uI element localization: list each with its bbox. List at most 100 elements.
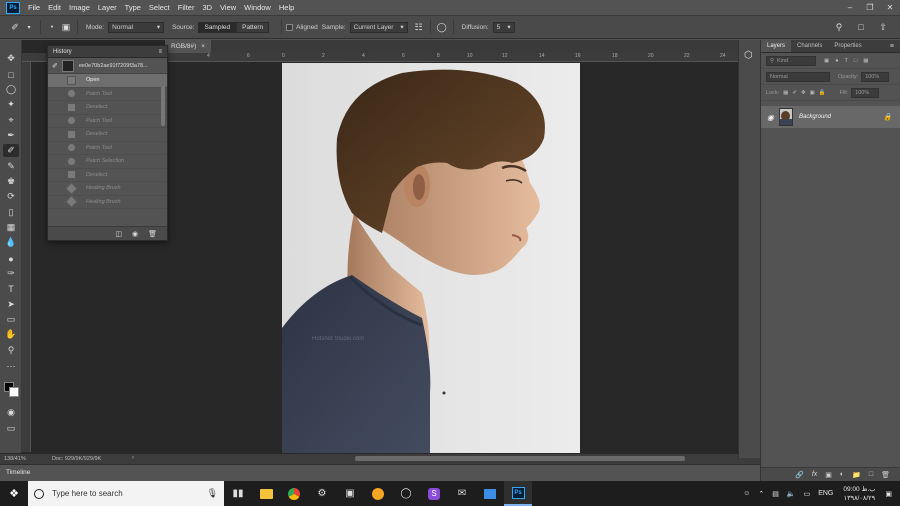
history-brush-source-icon[interactable]	[53, 171, 61, 179]
camera-snapshot-icon[interactable]: ◉	[132, 230, 138, 238]
notifications-icon[interactable]: ▣	[885, 490, 892, 498]
people-icon[interactable]: ☺	[743, 490, 750, 497]
mode-select[interactable]: Normal ▾	[108, 21, 165, 33]
menu-file[interactable]: File	[28, 3, 40, 12]
history-brush-source-icon[interactable]	[53, 130, 61, 138]
photoshop-taskbar-icon[interactable]: Ps	[504, 481, 532, 506]
clone-stamp-tool-icon[interactable]: ♚	[3, 175, 19, 188]
layer-kind-filter[interactable]: ⚲ Kind	[766, 55, 816, 66]
store-icon[interactable]	[476, 481, 504, 506]
pressure-size-icon[interactable]: ◯	[435, 20, 449, 34]
share-icon[interactable]: ⇧	[876, 20, 890, 34]
layer-style-icon[interactable]: fx	[812, 471, 817, 478]
add-mask-icon[interactable]: ▣	[825, 471, 832, 479]
aligned-checkbox[interactable]	[286, 23, 294, 31]
canvas-image[interactable]: Hotshot Studio.com	[282, 63, 580, 453]
ruler-left[interactable]	[22, 62, 31, 452]
history-item[interactable]: Patch Tool	[48, 88, 167, 101]
tab-properties[interactable]: Properties	[828, 40, 867, 52]
volume-icon[interactable]: 🔈	[787, 490, 796, 498]
quick-mask-icon[interactable]: ◉	[3, 406, 19, 419]
gradient-tool-icon[interactable]: ▦	[3, 221, 19, 234]
brush-settings-icon[interactable]: ▣	[59, 20, 73, 34]
source-pattern-button[interactable]: Pattern	[236, 21, 270, 33]
lock-options-icons[interactable]: ▦✐✥▣🔒	[783, 90, 829, 96]
lock-icon[interactable]: 🔒	[883, 113, 892, 121]
tab-layers[interactable]: Layers	[761, 40, 792, 52]
document-tab[interactable]: RGB/8#) ×	[165, 40, 212, 53]
history-brush-source-icon[interactable]	[53, 157, 61, 165]
menu-type[interactable]: Type	[125, 3, 141, 12]
brush-size-icon[interactable]: •	[45, 20, 59, 34]
lasso-tool-icon[interactable]: ◯	[3, 83, 19, 96]
history-panel-header[interactable]: History ≡	[48, 46, 167, 58]
restore-icon[interactable]: ❐	[860, 0, 880, 15]
new-layer-icon[interactable]: □	[869, 471, 873, 478]
diffusion-select[interactable]: 5 ▾	[492, 21, 515, 33]
fill-input[interactable]: 100%	[851, 87, 880, 98]
coin-app-icon[interactable]	[364, 481, 392, 506]
horizontal-scrollbar[interactable]	[355, 456, 685, 461]
network-icon[interactable]: ▤	[772, 490, 779, 498]
language-indicator[interactable]: ENG	[818, 490, 833, 497]
status-menu-chevron-icon[interactable]: ›	[132, 455, 134, 461]
new-group-icon[interactable]: 📁	[852, 471, 861, 479]
healing-brush-tool-icon[interactable]: ✐	[3, 144, 19, 157]
marquee-tool-icon[interactable]: □	[3, 68, 19, 81]
history-brush-source-icon[interactable]	[53, 144, 61, 152]
tool-preset-chevron-icon[interactable]: ▾	[22, 20, 36, 34]
battery-icon[interactable]: ▭	[804, 490, 811, 498]
rectangle-tool-icon[interactable]: ▭	[3, 313, 19, 326]
steam-icon[interactable]: ⚙	[308, 481, 336, 506]
media-app-icon[interactable]: ▣	[336, 481, 364, 506]
blend-mode-select[interactable]: Normal	[766, 71, 830, 82]
panel-menu-icon[interactable]: ≡	[158, 49, 162, 55]
crop-tool-icon[interactable]: ⌖	[3, 114, 19, 127]
history-brush-source-icon[interactable]	[53, 117, 61, 125]
history-brush-source-icon[interactable]	[53, 184, 61, 192]
history-brush-source-icon[interactable]	[53, 198, 61, 206]
close-tab-icon[interactable]: ×	[201, 43, 205, 50]
type-tool-icon[interactable]: T	[3, 282, 19, 295]
history-item[interactable]: Deselect	[48, 169, 167, 182]
windows-start-icon[interactable]: ❖	[0, 481, 28, 506]
history-snapshot-row[interactable]: ✐ ee0e70b2ae91f7209f3a78...	[48, 58, 167, 74]
layer-row-background[interactable]: ◉ Background 🔒	[761, 106, 900, 128]
menu-layer[interactable]: Layer	[98, 3, 117, 12]
taskbar-search-box[interactable]: Type here to search 🎙	[28, 481, 224, 506]
history-item[interactable]: Patch Tool	[48, 142, 167, 155]
history-brush-source-icon[interactable]	[53, 90, 61, 98]
blur-tool-icon[interactable]: 💧	[3, 236, 19, 249]
ignore-adjustment-layers-icon[interactable]: ☷	[412, 20, 426, 34]
show-hidden-icons-chevron-icon[interactable]: ⌃	[758, 490, 764, 498]
taskbar-clock[interactable]: 09:00 ب.ظ ۱۳۹۸/۰۸/۲۹	[843, 485, 875, 503]
adjustment-layer-icon[interactable]: ◐	[840, 471, 844, 478]
move-tool-icon[interactable]: ✥	[3, 52, 19, 65]
chrome-icon[interactable]	[280, 481, 308, 506]
history-scrollbar[interactable]	[161, 86, 165, 126]
more-tools-icon[interactable]: ⋯	[3, 360, 19, 373]
hand-tool-icon[interactable]: ✋	[3, 328, 19, 341]
screen-mode-icon[interactable]: ▭	[3, 422, 19, 435]
trash-icon[interactable]: 🗑	[148, 230, 157, 238]
close-icon[interactable]: ✕	[880, 0, 900, 15]
steam-client-icon[interactable]: ◯	[392, 481, 420, 506]
menu-help[interactable]: Help	[279, 3, 294, 12]
menu-window[interactable]: Window	[244, 3, 271, 12]
opacity-input[interactable]: 100%	[861, 71, 890, 82]
zoom-tool-icon[interactable]: ⚲	[3, 344, 19, 357]
quick-select-tool-icon[interactable]: ✦	[3, 98, 19, 111]
doc-info[interactable]: Doc: 929/9K/929/9K	[52, 456, 101, 462]
menu-select[interactable]: Select	[149, 3, 170, 12]
menu-image[interactable]: Image	[69, 3, 90, 12]
history-item[interactable]: Deselect	[48, 128, 167, 142]
visibility-eye-icon[interactable]: ◉	[767, 113, 774, 122]
menu-3d[interactable]: 3D	[202, 3, 212, 12]
trash-icon[interactable]: 🗑	[881, 471, 890, 479]
healing-brush-icon[interactable]: ✐	[8, 20, 22, 34]
link-layers-icon[interactable]: 🔗	[795, 471, 804, 479]
source-sampled-button[interactable]: Sampled	[198, 21, 237, 33]
filter-type-icons[interactable]: ▣●T□▦	[824, 58, 874, 64]
path-selection-tool-icon[interactable]: ➤	[3, 298, 19, 311]
brush-tool-icon[interactable]: ✎	[3, 160, 19, 173]
